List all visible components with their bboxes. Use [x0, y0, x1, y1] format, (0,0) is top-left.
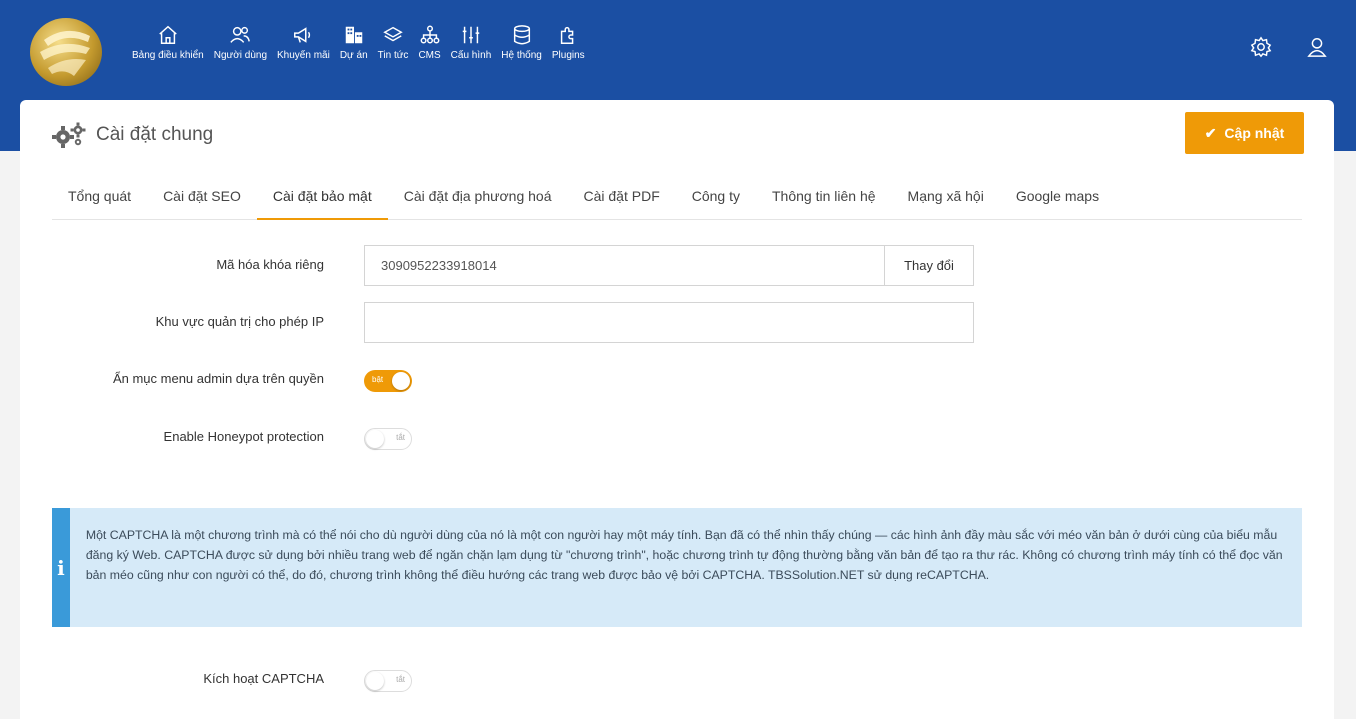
nav-item-system[interactable]: Hệ thống [501, 24, 542, 61]
users-icon [230, 26, 251, 43]
change-key-button[interactable]: Thay đổi [884, 245, 974, 286]
nav-item-dashboard[interactable]: Bảng điều khiển [132, 24, 204, 61]
home-icon [159, 25, 177, 44]
nav-label: CMS [418, 50, 441, 61]
tab-social[interactable]: Mạng xã hội [892, 177, 1000, 220]
database-icon [513, 25, 530, 45]
private-key-row: Mã hóa khóa riêng 3090952233918014 Thay … [20, 245, 1334, 286]
tab-contact[interactable]: Thông tin liên hệ [756, 177, 892, 220]
captcha-toggle[interactable]: tắt [364, 670, 412, 692]
nav-item-projects[interactable]: Dự án [340, 24, 368, 61]
toggle-knob [366, 672, 384, 690]
nav-item-users[interactable]: Người dùng [214, 24, 267, 61]
captcha-info-alert: i Một CAPTCHA là một chương trình mà có … [52, 508, 1302, 627]
hide-menu-label: Ẩn mục menu admin dựa trên quyền [112, 371, 324, 386]
admin-ip-label: Khu vực quản trị cho phép IP [155, 314, 324, 329]
page-title: Cài đặt chung [96, 124, 214, 145]
toggle-knob [366, 430, 384, 448]
check-icon: ✔ [1204, 124, 1217, 141]
nav-item-promotions[interactable]: Khuyến mãi [277, 24, 330, 61]
toggle-state-label: tắt [396, 433, 405, 442]
top-right-tools [1216, 36, 1328, 63]
tab-localization[interactable]: Cài đặt địa phương hoá [388, 177, 568, 220]
tab-seo[interactable]: Cài đặt SEO [147, 177, 257, 220]
sliders-icon [462, 26, 480, 44]
nav-label: Dự án [339, 50, 368, 61]
hide-menu-row: Ẩn mục menu admin dựa trên quyền bật [20, 368, 1334, 408]
nav-item-news[interactable]: Tin tức [377, 24, 409, 61]
private-key-label: Mã hóa khóa riêng [216, 257, 324, 272]
nav-item-plugins[interactable]: Plugins [552, 24, 585, 61]
tab-company[interactable]: Công ty [676, 177, 756, 220]
update-button[interactable]: ✔ Cập nhật [1185, 112, 1304, 154]
settings-icon[interactable] [1250, 36, 1272, 63]
admin-ip-row: Khu vực quản trị cho phép IP [20, 302, 1334, 343]
user-icon[interactable] [1306, 36, 1328, 63]
honeypot-label: Enable Honeypot protection [163, 429, 324, 444]
settings-card: Cài đặt chung ✔ Cập nhật Tổng quát Cài đ… [20, 100, 1334, 719]
tab-google-maps[interactable]: Google maps [1000, 177, 1115, 220]
private-key-input[interactable]: 3090952233918014 [364, 245, 885, 286]
honeypot-row: Enable Honeypot protection tắt [20, 426, 1334, 466]
nav-label: Tin tức [377, 50, 409, 61]
tab-pdf[interactable]: Cài đặt PDF [568, 177, 676, 220]
sitemap-icon [420, 25, 439, 44]
card-header: Cài đặt chung [52, 122, 213, 148]
tab-general[interactable]: Tổng quát [52, 177, 147, 220]
hide-menu-toggle[interactable]: bật [364, 370, 412, 392]
nav-label: Cấu hình [450, 50, 492, 61]
info-icon: i [52, 508, 70, 627]
layers-icon [383, 26, 403, 42]
nav-label: Khuyến mãi [277, 50, 330, 61]
settings-tabs: Tổng quát Cài đặt SEO Cài đặt bảo mật Cà… [52, 177, 1302, 220]
tab-security[interactable]: Cài đặt bảo mật [256, 177, 388, 220]
nav-item-cms[interactable]: CMS [418, 24, 441, 61]
megaphone-icon [294, 27, 311, 43]
nav-label: Plugins [551, 50, 585, 61]
building-icon [345, 26, 362, 44]
update-button-label: Cập nhật [1224, 125, 1285, 141]
nav-label: Người dùng [213, 50, 268, 61]
captcha-label: Kích hoạt CAPTCHA [203, 671, 324, 686]
honeypot-toggle[interactable]: tắt [364, 428, 412, 450]
toggle-state-label: bật [372, 375, 384, 384]
nav-item-config[interactable]: Cấu hình [450, 24, 492, 61]
cogs-icon [52, 122, 86, 148]
admin-ip-input[interactable] [364, 302, 974, 343]
captcha-info-text: Một CAPTCHA là một chương trình mà có th… [85, 528, 1283, 582]
puzzle-icon [561, 26, 574, 44]
nav-label: Hệ thống [501, 50, 542, 61]
nav-label: Bảng điều khiển [132, 50, 204, 61]
captcha-row: Kích hoạt CAPTCHA tắt [20, 668, 1334, 708]
brand-logo[interactable] [30, 18, 102, 86]
toggle-knob [392, 372, 410, 390]
main-nav: Bảng điều khiển Người dùng Khuyến mãi Dự… [132, 24, 595, 61]
toggle-state-label: tắt [396, 675, 405, 684]
